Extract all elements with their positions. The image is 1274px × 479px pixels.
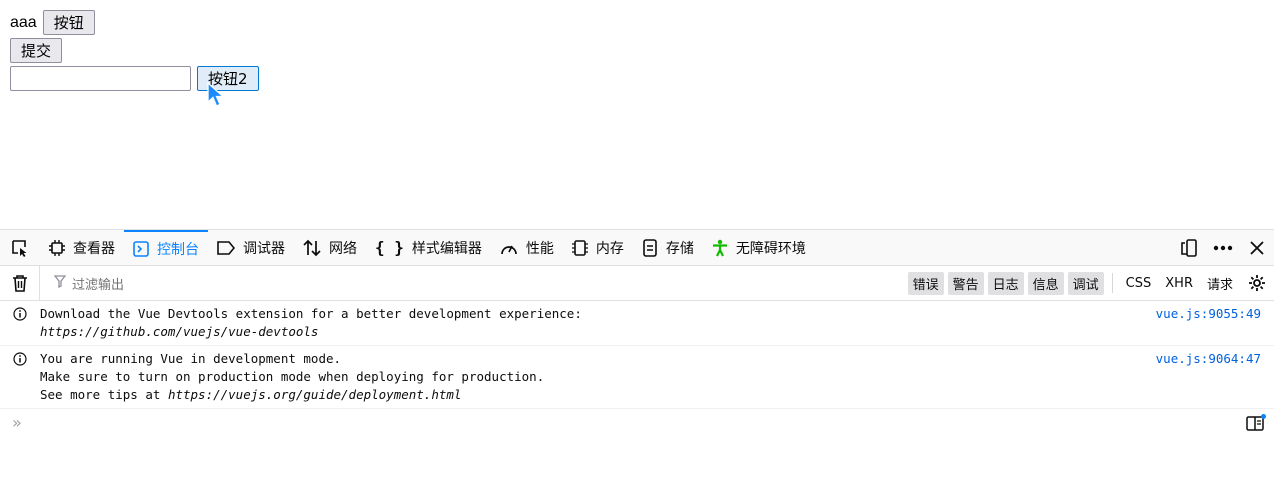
message-link[interactable]: https://vuejs.org/guide/deployment.html [168,387,462,402]
clear-console-trash-icon[interactable] [0,266,40,300]
console-input[interactable]: » [0,402,1274,442]
tab-storage[interactable]: 存储 [633,230,703,265]
filter-warnings-button[interactable]: 警告 [947,271,984,295]
console-filter-bar: 过滤输出 错误 警告 日志 信息 调试 CSS XHR 请求 [0,266,1274,301]
tab-style-editor[interactable]: { } 样式编辑器 [366,230,491,265]
devtools-panel: 查看器 控制台 调试器 网络 { } 样式编辑器 性能 内存 存储 无障碍环境 … [0,229,1274,479]
message-location-link[interactable]: vue.js:9055:49 [1156,305,1261,323]
text-aaa: aaa [10,13,37,31]
editor-mode-toggle-icon[interactable] [1246,414,1266,437]
info-icon [13,352,27,371]
tab-label: 内存 [595,240,624,257]
submit-button[interactable]: 提交 [10,38,63,63]
element-picker-icon[interactable] [0,230,40,265]
message-text: Make sure to turn on production mode whe… [40,369,545,384]
tab-network[interactable]: 网络 [294,230,366,265]
performance-icon [500,240,518,256]
filter-funnel-icon [53,274,67,292]
tab-label: 网络 [329,240,357,257]
filter-logs-button[interactable]: 日志 [987,271,1024,295]
console-message: You are running Vue in development mode.… [0,346,1274,409]
text-input[interactable] [10,66,191,91]
message-text: Download the Vue Devtools extension for … [40,306,582,321]
row-1: aaa 按钮 [10,10,95,35]
inspector-icon [49,239,65,256]
message-link[interactable]: https://github.com/vuejs/vue-devtools [40,323,1274,341]
devtools-toolbar: 查看器 控制台 调试器 网络 { } 样式编辑器 性能 内存 存储 无障碍环境 [0,230,1274,266]
mouse-cursor-icon [207,82,225,107]
filter-info-button[interactable]: 信息 [1027,271,1064,295]
tab-label: 控制台 [157,241,199,258]
divider [1111,273,1113,293]
toolbar-right-controls [1172,230,1274,265]
button-1[interactable]: 按钮 [42,10,95,35]
debugger-icon [217,240,235,255]
message-location-link[interactable]: vue.js:9064:47 [1156,350,1261,368]
tab-memory[interactable]: 内存 [563,230,633,265]
filter-css-button[interactable]: CSS [1119,274,1159,293]
tab-performance[interactable]: 性能 [491,230,563,265]
close-icon[interactable] [1240,230,1274,265]
console-output: Download the Vue Devtools extension for … [0,301,1274,409]
tab-debugger[interactable]: 调试器 [208,230,294,265]
prompt-chevron-icon: » [12,413,22,432]
console-icon [133,240,149,257]
storage-icon [642,238,658,257]
filter-output-input[interactable]: 过滤输出 [53,274,125,293]
tab-label: 查看器 [73,240,115,257]
filter-placeholder: 过滤输出 [72,277,125,293]
tab-console[interactable]: 控制台 [124,230,208,265]
filter-xhr-button[interactable]: XHR [1158,274,1200,293]
accessibility-icon [712,239,728,257]
filter-errors-button[interactable]: 错误 [907,271,944,295]
filter-requests-button[interactable]: 请求 [1200,272,1240,295]
log-level-filters: 错误 警告 日志 信息 调试 CSS XHR 请求 [907,266,1274,300]
tab-label: 无障碍环境 [735,240,806,257]
style-editor-icon: { } [375,238,404,257]
more-options-icon[interactable] [1206,230,1240,265]
tab-label: 调试器 [243,240,285,257]
tab-label: 样式编辑器 [411,240,482,257]
filter-debug-button[interactable]: 调试 [1067,271,1104,295]
responsive-mode-icon[interactable] [1172,230,1206,265]
info-icon [13,307,27,326]
web-page: aaa 按钮 提交 按钮2 [0,0,1274,229]
network-icon [303,239,321,257]
tab-label: 性能 [525,240,554,257]
console-settings-gear-icon[interactable] [1240,266,1274,300]
tab-accessibility[interactable]: 无障碍环境 [703,230,815,265]
message-text: See more tips at [40,387,168,402]
row-2: 提交 [10,38,63,63]
memory-icon [571,239,588,257]
tab-label: 存储 [665,240,694,257]
tab-inspector[interactable]: 查看器 [40,230,124,265]
message-text: You are running Vue in development mode. [40,351,342,366]
console-message: Download the Vue Devtools extension for … [0,301,1274,346]
